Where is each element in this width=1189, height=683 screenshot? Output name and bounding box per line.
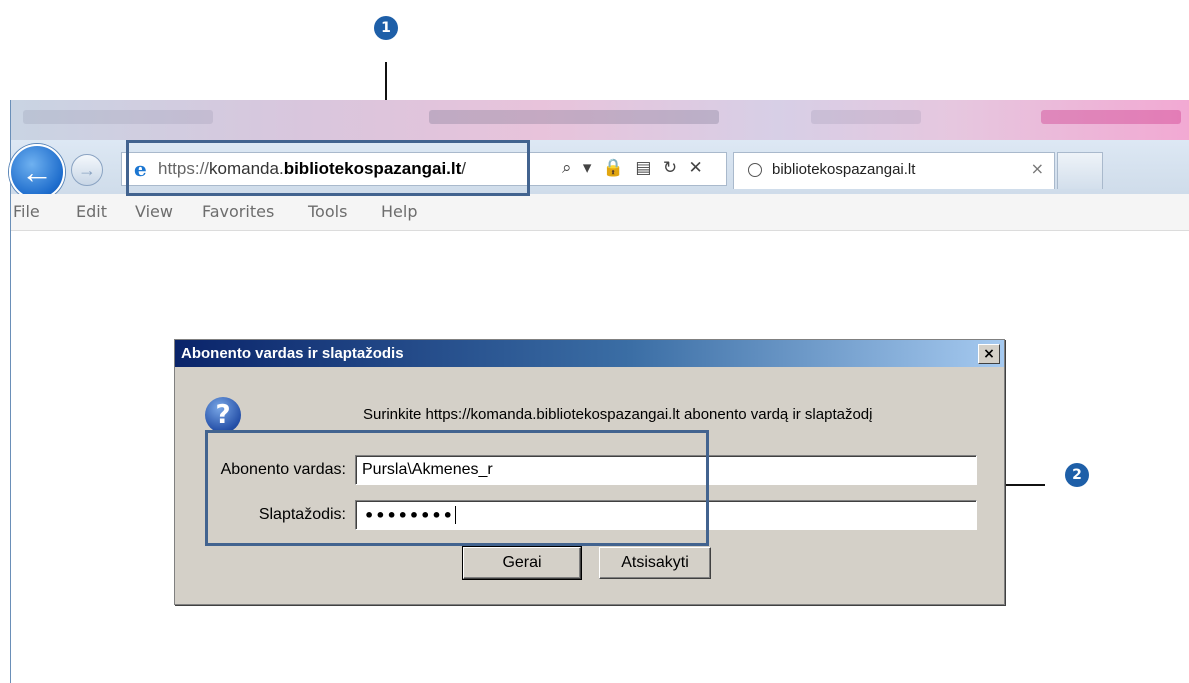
menu-tools[interactable]: Tools bbox=[308, 202, 347, 221]
question-icon: ? bbox=[205, 397, 241, 433]
callout-1: 1 bbox=[374, 16, 398, 40]
loading-icon bbox=[748, 163, 762, 177]
forward-button[interactable]: → bbox=[71, 154, 103, 186]
tab-title: bibliotekospazangai.lt bbox=[772, 161, 916, 178]
address-highlight-box bbox=[126, 140, 530, 196]
new-tab-button[interactable] bbox=[1057, 152, 1103, 189]
menu-favorites[interactable]: Favorites bbox=[202, 202, 274, 221]
tab-close-icon[interactable]: × bbox=[1031, 159, 1044, 178]
forward-arrow-icon: → bbox=[78, 159, 96, 180]
dialog-message: Surinkite https://komanda.bibliotekospaz… bbox=[363, 406, 873, 423]
menu-file[interactable]: File bbox=[13, 202, 40, 221]
back-button[interactable]: ← bbox=[9, 144, 65, 200]
back-arrow-icon: ← bbox=[21, 154, 53, 190]
dialog-close-icon[interactable]: × bbox=[978, 344, 1000, 364]
cancel-button[interactable]: Atsisakyti bbox=[599, 547, 711, 579]
credentials-highlight-box bbox=[205, 430, 709, 546]
address-bar-icons[interactable]: ⌕ ▾ 🔒 ▤ ↻ ✕ bbox=[562, 157, 706, 179]
menu-view[interactable]: View bbox=[135, 202, 173, 221]
ok-button[interactable]: Gerai bbox=[462, 546, 582, 580]
menu-edit[interactable]: Edit bbox=[76, 202, 107, 221]
menu-bar: File Edit View Favorites Tools Help bbox=[11, 194, 1189, 231]
dialog-title: Abonento vardas ir slaptažodis bbox=[181, 345, 404, 362]
menu-help[interactable]: Help bbox=[381, 202, 417, 221]
window-titlebar bbox=[11, 100, 1189, 140]
browser-tab[interactable]: bibliotekospazangai.lt × bbox=[733, 152, 1055, 189]
dialog-titlebar: Abonento vardas ir slaptažodis × bbox=[175, 340, 1004, 367]
